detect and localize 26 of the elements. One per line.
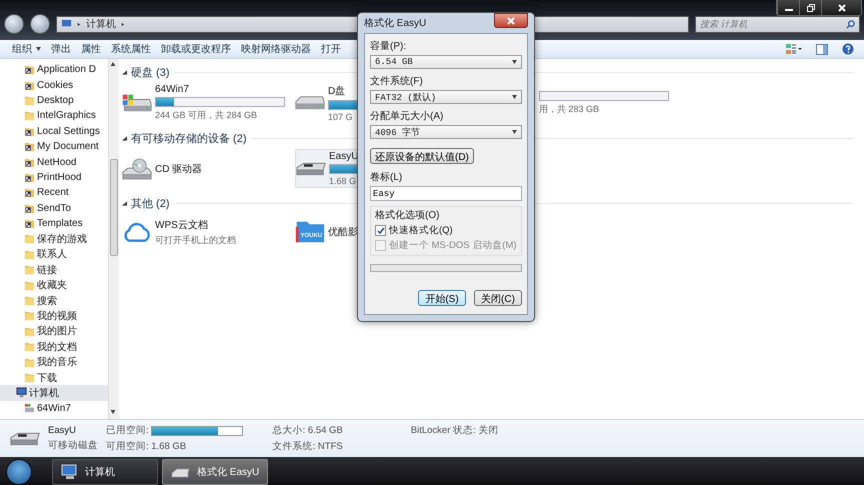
drive-caption: 1.68 G bbox=[329, 176, 358, 186]
field-label: 容量(P): bbox=[370, 40, 408, 53]
drive-caption: 可打开手机上的文档 bbox=[155, 234, 236, 246]
drive-name: WPS云文档 bbox=[155, 218, 209, 232]
file-system-text: 文件系统: NTFS bbox=[272, 440, 343, 453]
checkbox-label: 快速格式化(Q) bbox=[389, 224, 453, 237]
drive-name: EasyU bbox=[329, 151, 360, 162]
bitlocker-status: BitLocker 状态: 关闭 bbox=[410, 424, 498, 437]
field-label: 卷标(L) bbox=[370, 170, 404, 184]
drive-caption: 用，共 283 GB bbox=[539, 102, 600, 116]
drive-caption: 107 G bbox=[328, 112, 354, 122]
field-label: 分配单元大小(A) bbox=[370, 110, 444, 123]
drive-name: D盘 bbox=[328, 85, 346, 98]
drive-type: 可移动磁盘 bbox=[48, 439, 98, 452]
group-title: 格式化选项(O) bbox=[375, 208, 440, 222]
drive-caption: 244 GB 可用，共 284 GB bbox=[155, 109, 258, 122]
drive-name: CD 驱动器 bbox=[155, 162, 202, 176]
drive-name: EasyU bbox=[48, 425, 77, 436]
total-size-text: 总大小: 6.54 GB bbox=[272, 424, 343, 437]
checkbox-label: 创建一个 MS-DOS 启动盘(M) bbox=[389, 239, 517, 252]
drive-name: 64Win7 bbox=[155, 84, 190, 95]
free-space-text: 可用空间: 1.68 GB bbox=[106, 440, 188, 453]
dialog-title: 格式化 EasyU bbox=[364, 16, 426, 30]
field-label: 文件系统(F) bbox=[370, 74, 424, 88]
drive-name: 优酷影 bbox=[328, 226, 358, 239]
used-space-label: 已用空间: bbox=[106, 424, 149, 437]
